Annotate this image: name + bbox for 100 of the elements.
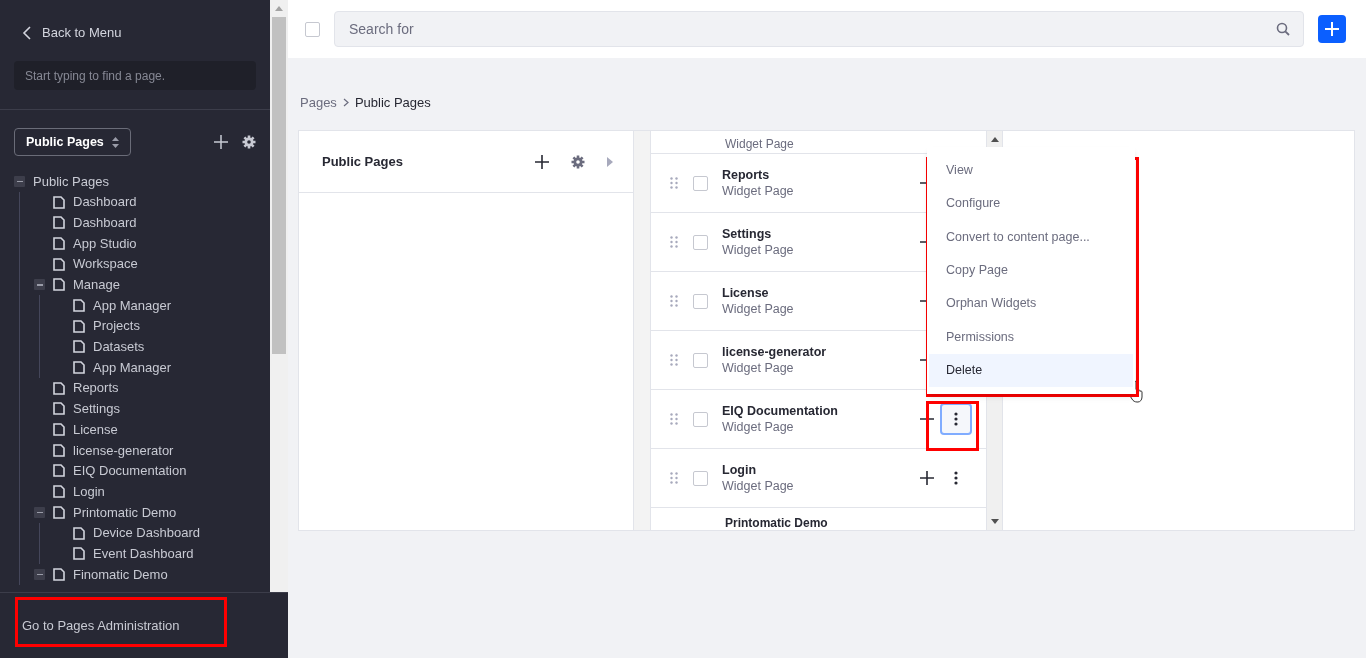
page-type-label: Widget Page xyxy=(722,360,795,376)
tree-item[interactable]: Reports xyxy=(73,378,119,398)
scroll-up-arrow-icon[interactable] xyxy=(990,137,999,142)
page-type-label: Widget Page xyxy=(725,137,794,151)
drag-handle-icon[interactable] xyxy=(670,354,678,366)
page-icon xyxy=(73,340,85,354)
select-all-checkbox[interactable] xyxy=(305,21,320,37)
site-selector[interactable]: Public Pages xyxy=(14,128,131,156)
tree-item[interactable]: Workspace xyxy=(73,254,138,274)
page-title[interactable]: Settings xyxy=(722,226,920,242)
tree-item[interactable]: Dashboard xyxy=(73,212,137,233)
plus-icon[interactable] xyxy=(920,471,934,485)
collapse-toggle[interactable] xyxy=(34,279,45,291)
row-checkbox[interactable] xyxy=(693,352,708,368)
page-icon xyxy=(53,443,65,457)
page-icon xyxy=(73,526,85,540)
tree-item[interactable]: Manage xyxy=(73,275,120,295)
drag-handle-icon[interactable] xyxy=(670,472,678,484)
drag-handle-icon[interactable] xyxy=(670,236,678,248)
menu-item[interactable]: Orphan Widgets xyxy=(929,287,1133,321)
pages-administration-link[interactable]: Go to Pages Administration xyxy=(22,618,180,633)
annotation-frame xyxy=(926,401,979,451)
page-icon xyxy=(53,464,65,478)
menu-item[interactable]: Copy Page xyxy=(929,253,1133,288)
tree-item[interactable]: Settings xyxy=(73,399,120,419)
collapse-toggle[interactable] xyxy=(14,175,25,187)
plus-icon xyxy=(1325,22,1339,36)
collapse-toggle[interactable] xyxy=(34,506,45,518)
page-search-field[interactable]: Start typing to find a page. xyxy=(14,61,256,90)
tree-item[interactable]: Public Pages xyxy=(33,171,109,192)
tree-item[interactable]: Event Dashboard xyxy=(93,543,194,564)
page-icon xyxy=(53,236,65,250)
page-type-label: Widget Page xyxy=(722,478,795,494)
tree-item[interactable]: Dashboard xyxy=(73,192,137,212)
column-title: Public Pages xyxy=(322,152,404,171)
chevron-right-icon xyxy=(342,98,349,107)
tree-item[interactable]: App Manager xyxy=(93,295,172,316)
tree-item[interactable]: license-generator xyxy=(73,440,174,461)
menu-item[interactable]: Permissions xyxy=(929,320,1133,354)
tree-item[interactable]: App Studio xyxy=(73,233,137,254)
row-checkbox[interactable] xyxy=(693,234,708,250)
tree-item[interactable]: Projects xyxy=(93,316,140,336)
collapse-toggle[interactable] xyxy=(34,568,45,580)
page-icon xyxy=(53,423,65,437)
tree-item[interactable]: Printomatic Demo xyxy=(73,502,177,523)
page-icon xyxy=(53,195,65,209)
kebab-icon xyxy=(954,412,958,426)
tree-item[interactable]: App Manager xyxy=(93,357,172,378)
row-checkbox[interactable] xyxy=(693,175,708,191)
settings-icon[interactable] xyxy=(571,154,585,169)
page-title[interactable]: Reports xyxy=(722,167,920,183)
page-icon xyxy=(53,485,65,499)
row-checkbox[interactable] xyxy=(693,293,708,309)
scrollbar-thumb[interactable] xyxy=(272,17,286,354)
row-checkbox[interactable] xyxy=(693,411,708,427)
back-to-menu-link[interactable]: Back to Menu xyxy=(14,22,256,44)
menu-item[interactable]: Configure xyxy=(929,187,1133,221)
drag-handle-icon[interactable] xyxy=(670,413,678,425)
scroll-down-arrow-icon[interactable] xyxy=(990,519,999,524)
page-icon xyxy=(53,567,65,581)
search-field[interactable]: Search for xyxy=(334,11,1304,47)
page-type-label: Widget Page xyxy=(722,242,795,258)
menu-item[interactable]: Delete xyxy=(929,353,1133,387)
page-type-label: Widget Page xyxy=(722,183,795,199)
page-title[interactable]: EIQ Documentation xyxy=(722,403,920,419)
page-icon xyxy=(53,216,65,230)
tree-item[interactable]: License xyxy=(73,419,118,440)
page-title[interactable]: Printomatic Demo xyxy=(725,516,828,530)
tree-item[interactable]: Finomatic Demo xyxy=(73,564,168,585)
page-title[interactable]: Login xyxy=(722,462,920,478)
page-title[interactable]: License xyxy=(722,285,920,301)
page-type-label: Widget Page xyxy=(722,301,795,317)
page-icon xyxy=(53,381,65,395)
page-title[interactable]: license-generator xyxy=(722,344,920,360)
search-icon[interactable] xyxy=(1276,22,1290,36)
tree-item[interactable]: Device Dashboard xyxy=(93,523,200,543)
settings-icon[interactable] xyxy=(242,135,256,149)
tree-item[interactable]: Login xyxy=(73,481,105,502)
kebab-icon xyxy=(954,471,958,485)
tree-item[interactable]: Datasets xyxy=(93,337,145,357)
breadcrumb-item: Public Pages xyxy=(354,93,431,112)
page-icon xyxy=(73,361,85,375)
tree-item[interactable]: EIQ Documentation xyxy=(73,461,187,481)
row-checkbox[interactable] xyxy=(693,470,708,486)
menu-item[interactable]: Convert to content page... xyxy=(929,220,1133,254)
add-button[interactable] xyxy=(1318,15,1346,43)
page-icon xyxy=(73,319,85,333)
menu-item[interactable]: View xyxy=(929,153,1133,188)
sort-arrows-icon xyxy=(111,136,119,148)
drag-handle-icon[interactable] xyxy=(670,177,678,189)
more-actions-button[interactable] xyxy=(940,403,972,435)
breadcrumb-item[interactable]: Pages xyxy=(300,92,337,113)
page-icon xyxy=(53,257,65,271)
page-icon xyxy=(53,278,65,292)
drag-handle-icon[interactable] xyxy=(670,295,678,307)
plus-icon[interactable] xyxy=(535,154,549,169)
page-icon xyxy=(73,547,85,561)
page-icon xyxy=(53,402,65,416)
page-type-label: Widget Page xyxy=(722,419,795,435)
caret-right-icon[interactable] xyxy=(607,156,613,167)
